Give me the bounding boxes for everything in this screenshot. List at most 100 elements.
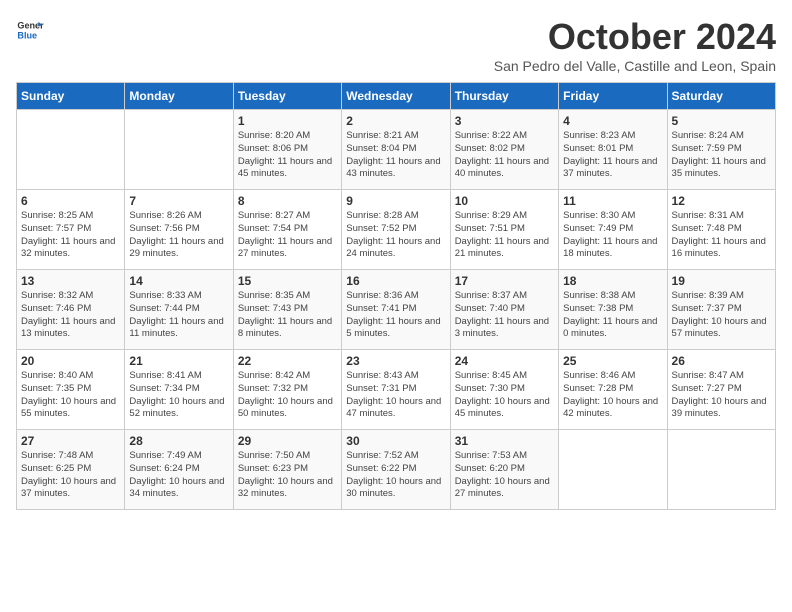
calendar-cell: 17Sunrise: 8:37 AM Sunset: 7:40 PM Dayli…: [450, 270, 558, 350]
calendar-cell: 4Sunrise: 8:23 AM Sunset: 8:01 PM Daylig…: [559, 110, 667, 190]
week-row-3: 20 Sunrise: 8:40 AM Sunset: 7:35 PM Dayli…: [17, 350, 776, 430]
day-info: Sunrise: 8:23 AM Sunset: 8:01 PM Dayligh…: [563, 130, 662, 181]
day-info: Sunrise: 8:33 AM Sunset: 7:44 PM Dayligh…: [129, 290, 228, 341]
logo: General Blue: [16, 16, 44, 44]
location-title: San Pedro del Valle, Castille and Leon, …: [494, 58, 776, 74]
day-info: Sunrise: 8:25 AM Sunset: 7:57 PM Dayligh…: [21, 210, 120, 261]
calendar-cell: 27 Sunrise: 7:48 AM Sunset: 6:25 PM Dayli…: [17, 430, 125, 510]
calendar-cell: [125, 110, 233, 190]
day-number: 6: [21, 194, 120, 208]
calendar-cell: 7Sunrise: 8:26 AM Sunset: 7:56 PM Daylig…: [125, 190, 233, 270]
calendar-cell: 24 Sunrise: 8:45 AM Sunset: 7:30 PM Dayli…: [450, 350, 558, 430]
calendar-cell: 8 Sunrise: 8:27 AM Sunset: 7:54 PM Daylig…: [233, 190, 341, 270]
day-number: 20: [21, 354, 120, 368]
day-number: 30: [346, 434, 445, 448]
day-number: 9: [346, 194, 445, 208]
day-number: 15: [238, 274, 337, 288]
day-info: Sunrise: 8:41 AM Sunset: 7:34 PM Dayligh…: [129, 370, 228, 421]
day-info: Sunrise: 8:36 AM Sunset: 7:41 PM Dayligh…: [346, 290, 445, 341]
page-header: General Blue October 2024 San Pedro del …: [16, 16, 776, 74]
day-number: 25: [563, 354, 662, 368]
day-info: Sunrise: 8:26 AM Sunset: 7:56 PM Dayligh…: [129, 210, 228, 261]
day-number: 12: [672, 194, 771, 208]
day-info: Sunrise: 8:47 AM Sunset: 7:27 PM Dayligh…: [672, 370, 771, 421]
calendar-cell: 10Sunrise: 8:29 AM Sunset: 7:51 PM Dayli…: [450, 190, 558, 270]
calendar-cell: 14Sunrise: 8:33 AM Sunset: 7:44 PM Dayli…: [125, 270, 233, 350]
day-info: Sunrise: 8:29 AM Sunset: 7:51 PM Dayligh…: [455, 210, 554, 261]
day-info: Sunrise: 8:42 AM Sunset: 7:32 PM Dayligh…: [238, 370, 337, 421]
day-number: 31: [455, 434, 554, 448]
calendar-cell: 5Sunrise: 8:24 AM Sunset: 7:59 PM Daylig…: [667, 110, 775, 190]
day-number: 21: [129, 354, 228, 368]
calendar-cell: 23 Sunrise: 8:43 AM Sunset: 7:31 PM Dayli…: [342, 350, 450, 430]
day-info: Sunrise: 8:22 AM Sunset: 8:02 PM Dayligh…: [455, 130, 554, 181]
day-info: Sunrise: 7:49 AM Sunset: 6:24 PM Dayligh…: [129, 450, 228, 501]
day-number: 26: [672, 354, 771, 368]
day-number: 3: [455, 114, 554, 128]
day-info: Sunrise: 8:39 AM Sunset: 7:37 PM Dayligh…: [672, 290, 771, 341]
calendar-cell: 21 Sunrise: 8:41 AM Sunset: 7:34 PM Dayli…: [125, 350, 233, 430]
day-info: Sunrise: 8:45 AM Sunset: 7:30 PM Dayligh…: [455, 370, 554, 421]
week-row-4: 27 Sunrise: 7:48 AM Sunset: 6:25 PM Dayli…: [17, 430, 776, 510]
calendar-cell: 25 Sunrise: 8:46 AM Sunset: 7:28 PM Dayli…: [559, 350, 667, 430]
calendar-cell: 18Sunrise: 8:38 AM Sunset: 7:38 PM Dayli…: [559, 270, 667, 350]
calendar-cell: 2Sunrise: 8:21 AM Sunset: 8:04 PM Daylig…: [342, 110, 450, 190]
logo-icon: General Blue: [16, 16, 44, 44]
day-info: Sunrise: 8:27 AM Sunset: 7:54 PM Dayligh…: [238, 210, 337, 261]
day-info: Sunrise: 8:30 AM Sunset: 7:49 PM Dayligh…: [563, 210, 662, 261]
calendar-cell: 22 Sunrise: 8:42 AM Sunset: 7:32 PM Dayli…: [233, 350, 341, 430]
day-info: Sunrise: 8:43 AM Sunset: 7:31 PM Dayligh…: [346, 370, 445, 421]
day-info: Sunrise: 8:32 AM Sunset: 7:46 PM Dayligh…: [21, 290, 120, 341]
calendar-cell: 12 Sunrise: 8:31 AM Sunset: 7:48 PM Dayli…: [667, 190, 775, 270]
day-number: 28: [129, 434, 228, 448]
day-number: 24: [455, 354, 554, 368]
calendar-cell: 16 Sunrise: 8:36 AM Sunset: 7:41 PM Dayli…: [342, 270, 450, 350]
calendar-cell: 20 Sunrise: 8:40 AM Sunset: 7:35 PM Dayli…: [17, 350, 125, 430]
day-info: Sunrise: 8:20 AM Sunset: 8:06 PM Dayligh…: [238, 130, 337, 181]
calendar-cell: 26 Sunrise: 8:47 AM Sunset: 7:27 PM Dayli…: [667, 350, 775, 430]
day-info: Sunrise: 8:46 AM Sunset: 7:28 PM Dayligh…: [563, 370, 662, 421]
calendar-cell: 9 Sunrise: 8:28 AM Sunset: 7:52 PM Daylig…: [342, 190, 450, 270]
week-row-2: 13Sunrise: 8:32 AM Sunset: 7:46 PM Dayli…: [17, 270, 776, 350]
calendar-cell: 15 Sunrise: 8:35 AM Sunset: 7:43 PM Dayli…: [233, 270, 341, 350]
day-info: Sunrise: 8:40 AM Sunset: 7:35 PM Dayligh…: [21, 370, 120, 421]
month-title: October 2024: [494, 16, 776, 58]
calendar-table: SundayMondayTuesdayWednesdayThursdayFrid…: [16, 82, 776, 510]
day-info: Sunrise: 8:37 AM Sunset: 7:40 PM Dayligh…: [455, 290, 554, 341]
calendar-cell: 3 Sunrise: 8:22 AM Sunset: 8:02 PM Daylig…: [450, 110, 558, 190]
day-info: Sunrise: 7:52 AM Sunset: 6:22 PM Dayligh…: [346, 450, 445, 501]
weekday-header-thursday: Thursday: [450, 83, 558, 110]
weekday-header-saturday: Saturday: [667, 83, 775, 110]
day-info: Sunrise: 7:50 AM Sunset: 6:23 PM Dayligh…: [238, 450, 337, 501]
day-number: 11: [563, 194, 662, 208]
calendar-body: 1 Sunrise: 8:20 AM Sunset: 8:06 PM Daylig…: [17, 110, 776, 510]
day-number: 22: [238, 354, 337, 368]
day-number: 27: [21, 434, 120, 448]
day-number: 19: [672, 274, 771, 288]
calendar-cell: 11 Sunrise: 8:30 AM Sunset: 7:49 PM Dayli…: [559, 190, 667, 270]
day-number: 16: [346, 274, 445, 288]
day-info: Sunrise: 8:35 AM Sunset: 7:43 PM Dayligh…: [238, 290, 337, 341]
day-info: Sunrise: 7:53 AM Sunset: 6:20 PM Dayligh…: [455, 450, 554, 501]
calendar-cell: 19 Sunrise: 8:39 AM Sunset: 7:37 PM Dayli…: [667, 270, 775, 350]
day-info: Sunrise: 8:31 AM Sunset: 7:48 PM Dayligh…: [672, 210, 771, 261]
week-row-1: 6 Sunrise: 8:25 AM Sunset: 7:57 PM Daylig…: [17, 190, 776, 270]
day-info: Sunrise: 8:38 AM Sunset: 7:38 PM Dayligh…: [563, 290, 662, 341]
weekday-header-tuesday: Tuesday: [233, 83, 341, 110]
day-info: Sunrise: 7:48 AM Sunset: 6:25 PM Dayligh…: [21, 450, 120, 501]
day-number: 1: [238, 114, 337, 128]
day-number: 23: [346, 354, 445, 368]
calendar-cell: 6 Sunrise: 8:25 AM Sunset: 7:57 PM Daylig…: [17, 190, 125, 270]
day-number: 8: [238, 194, 337, 208]
calendar-cell: 29Sunrise: 7:50 AM Sunset: 6:23 PM Dayli…: [233, 430, 341, 510]
day-info: Sunrise: 8:28 AM Sunset: 7:52 PM Dayligh…: [346, 210, 445, 261]
calendar-cell: [667, 430, 775, 510]
weekday-header-monday: Monday: [125, 83, 233, 110]
weekday-header-sunday: Sunday: [17, 83, 125, 110]
day-number: 2: [346, 114, 445, 128]
weekday-header-row: SundayMondayTuesdayWednesdayThursdayFrid…: [17, 83, 776, 110]
calendar-cell: [559, 430, 667, 510]
calendar-cell: 1 Sunrise: 8:20 AM Sunset: 8:06 PM Daylig…: [233, 110, 341, 190]
calendar-cell: [17, 110, 125, 190]
day-info: Sunrise: 8:24 AM Sunset: 7:59 PM Dayligh…: [672, 130, 771, 181]
